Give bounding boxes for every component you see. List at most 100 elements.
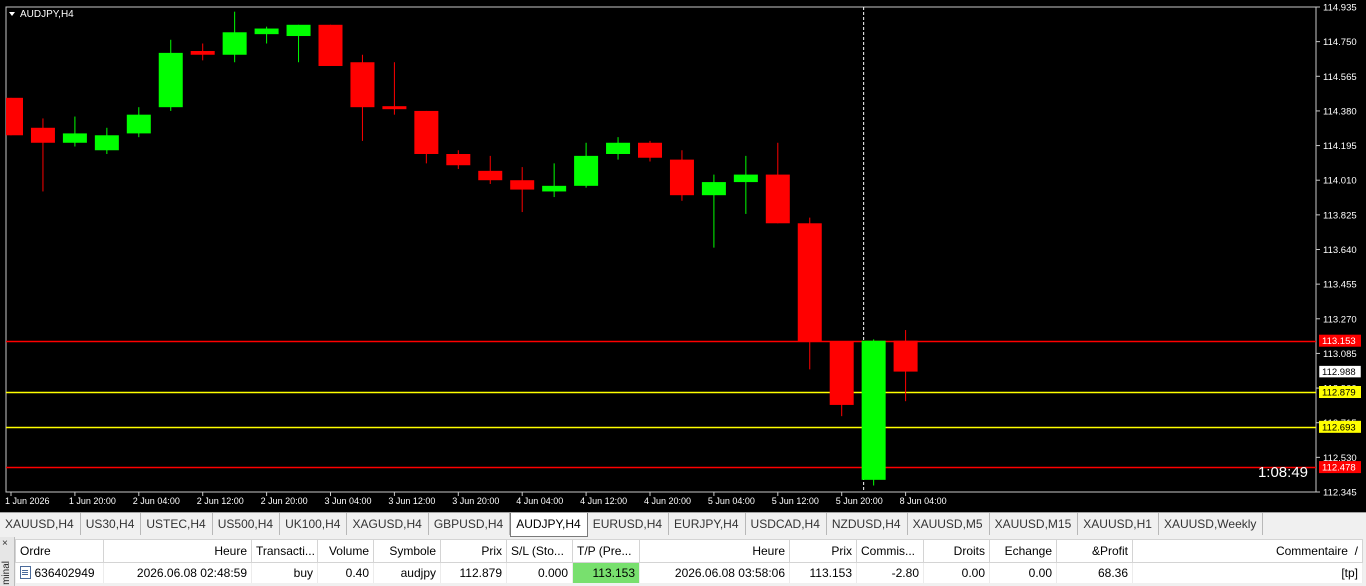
- col-header-prix-open[interactable]: Prix: [440, 539, 507, 563]
- time-tick-label: 5 Jun 20:00: [836, 496, 883, 506]
- price-tick-label: 113.455: [1323, 280, 1357, 291]
- candle-body: [669, 159, 694, 196]
- col-header-prix-now[interactable]: Prix: [789, 539, 857, 563]
- level-price-label: 112.879: [1322, 388, 1356, 399]
- tab-usdcad-h4[interactable]: USDCAD,H4: [746, 513, 827, 535]
- time-tick-label: 4 Jun 20:00: [644, 496, 691, 506]
- time-tick-label: 2 Jun 04:00: [133, 496, 180, 506]
- col-header-symbole[interactable]: Symbole: [373, 539, 441, 563]
- col-header-commission[interactable]: Commis...: [856, 539, 924, 563]
- time-tick-label: 8 Jun 04:00: [900, 496, 947, 506]
- cell-symbole: audjpy: [373, 562, 441, 583]
- price-tick-label: 113.085: [1323, 349, 1357, 360]
- col-header-droits[interactable]: Droits: [923, 539, 990, 563]
- tab-audjpy-h4[interactable]: AUDJPY,H4: [510, 513, 588, 537]
- chart-menu-triangle-icon: [9, 12, 15, 16]
- tab-us30-h4[interactable]: US30,H4: [81, 513, 142, 535]
- tab-xauusd-m15[interactable]: XAUUSD,M15: [990, 513, 1079, 535]
- col-header-commentaire-label: Commentaire: [1275, 544, 1348, 558]
- tab-uk100-h4[interactable]: UK100,H4: [280, 513, 348, 535]
- col-header-commentaire[interactable]: Commentaire /: [1132, 539, 1363, 563]
- candle-body: [126, 114, 151, 134]
- candle-body: [574, 155, 599, 186]
- candle-body: [446, 153, 471, 166]
- candle-body: [190, 51, 215, 55]
- chart-window[interactable]: AUDJPY,H4 114.935 114.750 114.565 114.380 114…: [0, 0, 1366, 512]
- time-tick-label: 5 Jun 12:00: [772, 496, 819, 506]
- terminal-side-label: minal: [1, 561, 12, 585]
- candle-body: [6, 97, 23, 136]
- candle-body: [62, 133, 87, 143]
- col-header-sl[interactable]: S/L (Sto...: [506, 539, 573, 563]
- price-tick-label: 114.935: [1323, 3, 1357, 14]
- tab-gbpusd-h4[interactable]: GBPUSD,H4: [429, 513, 511, 535]
- candlestick-chart[interactable]: AUDJPY,H4 114.935 114.750 114.565 114.380 114…: [0, 0, 1366, 512]
- trade-table-header: Ordre Heure Transacti... Volume Symbole …: [15, 539, 1363, 563]
- order-document-icon: [19, 566, 31, 579]
- table-row[interactable]: 636402949 2026.06.08 02:48:59 buy 0.40 a…: [15, 562, 1363, 583]
- price-tick-label: 114.195: [1323, 141, 1357, 152]
- candle-countdown-timer: 1:08:49: [1258, 464, 1308, 481]
- tab-xauusd-h4[interactable]: XAUUSD,H4: [0, 513, 81, 535]
- level-price-label: 112.693: [1322, 422, 1356, 433]
- col-header-volume[interactable]: Volume: [317, 539, 374, 563]
- col-header-ordre[interactable]: Ordre: [15, 539, 104, 563]
- cell-droits: 0.00: [923, 562, 990, 583]
- time-tick-label: 3 Jun 04:00: [325, 496, 372, 506]
- tab-eurusd-h4[interactable]: EURUSD,H4: [588, 513, 670, 535]
- time-tick-label: 4 Jun 04:00: [516, 496, 563, 506]
- candle-body: [606, 142, 631, 154]
- candle-body: [701, 182, 726, 196]
- price-tick-label: 114.565: [1323, 72, 1357, 83]
- plot-border: [5, 6, 1317, 493]
- tab-xauusd-m5[interactable]: XAUUSD,M5: [908, 513, 990, 535]
- tab-us500-h4[interactable]: US500,H4: [213, 513, 281, 535]
- level-price-label: 112.478: [1322, 463, 1356, 474]
- sort-indicator-icon: /: [1354, 544, 1358, 558]
- candle-body: [861, 340, 886, 480]
- cell-type: buy: [251, 562, 318, 583]
- price-tick-label: 113.640: [1323, 245, 1357, 256]
- cell-tp: 113.153: [572, 562, 640, 583]
- time-tick-label: 2 Jun 12:00: [197, 496, 244, 506]
- chart-title: AUDJPY,H4: [20, 9, 74, 20]
- cell-commission: -2.80: [856, 562, 924, 583]
- candle-body: [797, 223, 822, 342]
- col-header-transaction[interactable]: Transacti...: [251, 539, 318, 563]
- time-tick-label: 5 Jun 04:00: [708, 496, 755, 506]
- tab-eurjpy-h4[interactable]: EURJPY,H4: [669, 513, 746, 535]
- col-header-tp[interactable]: T/P (Pre...: [572, 539, 640, 563]
- tab-xauusd-weekly[interactable]: XAUUSD,Weekly: [1159, 513, 1264, 535]
- candle-body: [286, 24, 311, 37]
- tab-ustec-h4[interactable]: USTEC,H4: [141, 513, 213, 535]
- candle-body: [30, 127, 55, 143]
- time-tick-label: 3 Jun 20:00: [452, 496, 499, 506]
- price-tick-label: 113.270: [1323, 314, 1357, 325]
- time-tick-label: 2 Jun 20:00: [261, 496, 308, 506]
- price-tick-label: 114.380: [1323, 106, 1357, 117]
- candle-body: [222, 32, 247, 55]
- cell-heure-now: 2026.06.08 03:58:06: [639, 562, 790, 583]
- candle-body: [510, 180, 535, 190]
- close-icon[interactable]: ×: [2, 539, 8, 549]
- tab-nzdusd-h4[interactable]: NZDUSD,H4: [827, 513, 908, 535]
- tab-xagusd-h4[interactable]: XAGUSD,H4: [347, 513, 429, 535]
- time-tick-label: 1 Jun 2026: [5, 496, 50, 506]
- candle-body: [542, 185, 567, 192]
- terminal-side-strip: × minal: [0, 537, 15, 586]
- candle-body: [638, 142, 662, 158]
- col-header-profit[interactable]: &Profit: [1056, 539, 1133, 563]
- tab-xauusd-h1[interactable]: XAUUSD,H1: [1078, 513, 1159, 535]
- terminal-panel: × minal Ordre Heure Transacti... Volume …: [0, 537, 1366, 586]
- cell-commentaire: [tp]: [1132, 562, 1363, 583]
- col-header-echange[interactable]: Echange: [989, 539, 1057, 563]
- col-header-heure-open[interactable]: Heure: [103, 539, 252, 563]
- candle-body: [829, 341, 854, 405]
- time-tick-label: 3 Jun 12:00: [388, 496, 435, 506]
- chart-tabs-bar: XAUUSD,H4 US30,H4 USTEC,H4 US500,H4 UK100,H4…: [0, 512, 1366, 537]
- cell-heure-open: 2026.06.08 02:48:59: [103, 562, 252, 583]
- current-price-label: 112.988: [1322, 367, 1356, 378]
- cell-ordre: 636402949: [15, 562, 104, 583]
- candle-body: [733, 174, 758, 183]
- col-header-heure-now[interactable]: Heure: [639, 539, 790, 563]
